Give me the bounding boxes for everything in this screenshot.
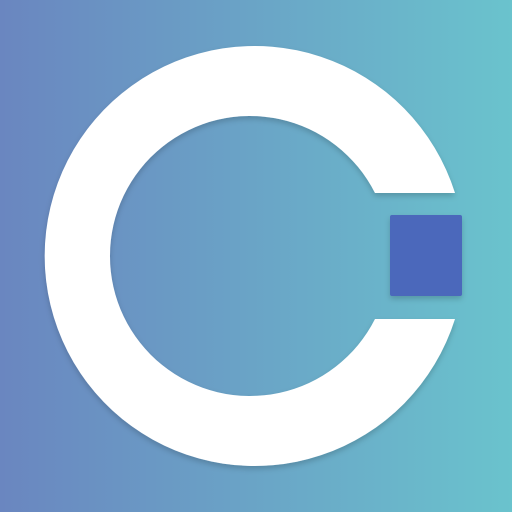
app-icon — [0, 0, 512, 512]
accent-block — [390, 215, 462, 296]
c-ring-logo-icon — [44, 46, 462, 466]
